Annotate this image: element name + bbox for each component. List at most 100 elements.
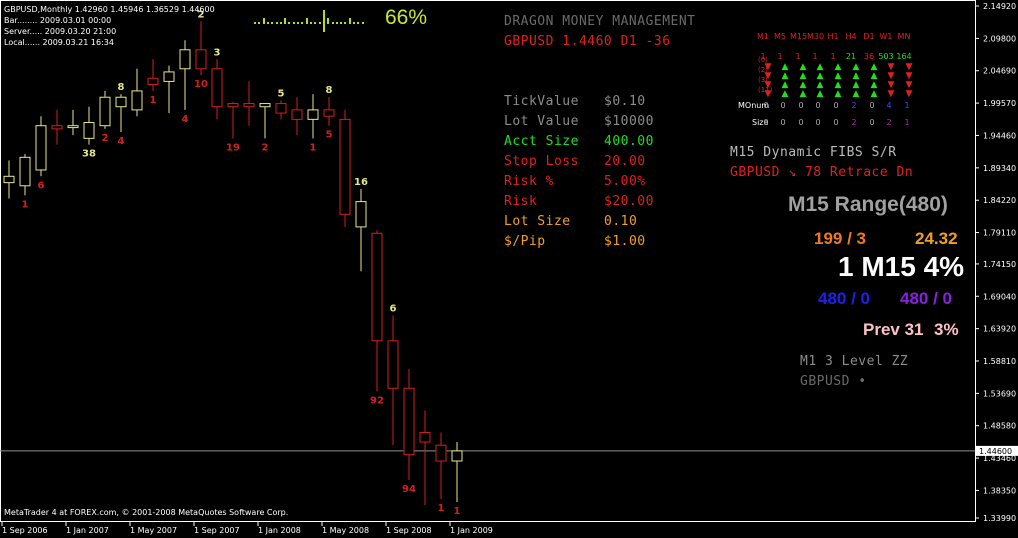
candle-body bbox=[275, 103, 287, 114]
price-tick-label: 1.74150 bbox=[983, 260, 1016, 269]
candle-count-label: 10 bbox=[194, 79, 208, 90]
range-prev-label: Prev 31 bbox=[863, 320, 924, 339]
candle-count-label: 1 bbox=[454, 506, 461, 517]
candle-body bbox=[195, 49, 207, 70]
price-tick-label: 1.89340 bbox=[983, 164, 1016, 173]
bar-progress-percent: 66% bbox=[385, 6, 428, 29]
zz-title: M1 3 Level ZZ bbox=[800, 354, 909, 369]
monum-value: 0 bbox=[780, 101, 786, 110]
fibs-title: M15 Dynamic FIBS S/R bbox=[730, 145, 897, 160]
price-tick-label: 1.48580 bbox=[983, 422, 1016, 431]
candle-body bbox=[67, 125, 79, 129]
money-mgmt-label: Risk bbox=[504, 194, 538, 209]
range-title: M15 Range(480) bbox=[788, 193, 948, 216]
candle-count-label: 8 bbox=[326, 85, 333, 96]
candle-count-label: 94 bbox=[402, 484, 416, 495]
price-tick-label: 1.63920 bbox=[983, 325, 1016, 334]
progress-dot bbox=[301, 22, 304, 24]
monum-value: 0 bbox=[833, 101, 839, 110]
server-time-line: Server..... 2009.03.20 21:00 bbox=[4, 27, 117, 36]
range-blue-value: 480 / 0 bbox=[818, 289, 870, 308]
progress-dot bbox=[297, 22, 300, 24]
size-value: 0 bbox=[798, 118, 804, 127]
candle-body bbox=[131, 90, 143, 111]
arrow-down-icon: ▼ bbox=[905, 89, 913, 99]
progress-dot bbox=[327, 18, 330, 24]
money-mgmt-value: 5.00% bbox=[604, 174, 646, 189]
price-tick-label: 1.58810 bbox=[983, 357, 1016, 366]
candle-body bbox=[211, 68, 223, 108]
candle-body bbox=[403, 387, 415, 456]
candle-count-label: 19 bbox=[226, 142, 240, 153]
candle-count-label: 6 bbox=[38, 180, 45, 191]
progress-dot bbox=[254, 22, 256, 24]
candle-body bbox=[19, 156, 31, 187]
progress-dot bbox=[310, 22, 312, 24]
progress-dot bbox=[262, 18, 265, 24]
candle-count-label: 1 bbox=[438, 503, 445, 514]
mtf-count: 21 bbox=[845, 52, 857, 61]
candle-body bbox=[51, 125, 63, 130]
fibs-line: GBPUSD ↘ 78 Retrace Dn bbox=[730, 165, 914, 180]
candle-body bbox=[307, 109, 319, 120]
progress-dot bbox=[331, 22, 334, 24]
candle-count-label: 92 bbox=[370, 395, 384, 406]
money-mgmt-pair-line: GBPUSD 1.4460 D1 -36 bbox=[504, 34, 671, 49]
size-value: 0 bbox=[763, 118, 769, 127]
money-mgmt-value: $1.00 bbox=[604, 234, 646, 249]
mtf-timeframe-label: MN bbox=[897, 32, 911, 41]
time-tick-label: 1 May 2008 bbox=[322, 526, 369, 535]
size-value: 0 bbox=[869, 118, 875, 127]
candle-count-label: 2 bbox=[102, 133, 109, 144]
current-price-label: 1.44600 bbox=[979, 447, 1012, 456]
candle-body bbox=[291, 109, 303, 120]
money-mgmt-value: $10000 bbox=[604, 114, 654, 129]
price-tick-label: 1.53690 bbox=[983, 389, 1016, 398]
candle-body bbox=[227, 103, 239, 108]
price-tick-label: 1.84220 bbox=[983, 196, 1016, 205]
time-tick-label: 1 Sep 2008 bbox=[386, 526, 432, 535]
mtf-timeframe-label: H4 bbox=[845, 32, 857, 41]
time-tick-label: 1 May 2007 bbox=[130, 526, 177, 535]
candle-count-label: 16 bbox=[354, 177, 368, 188]
arrow-up-icon: ▲ bbox=[816, 89, 824, 99]
money-mgmt-label: Lot Size bbox=[504, 214, 571, 229]
progress-dot bbox=[275, 22, 278, 24]
candle-count-label: 4 bbox=[182, 114, 189, 125]
size-value: 2 bbox=[886, 118, 892, 127]
money-mgmt-label: TickValue bbox=[504, 94, 579, 109]
time-tick-label: 1 Jan 2008 bbox=[258, 526, 301, 535]
price-tick-label: 2.14920 bbox=[983, 2, 1016, 11]
money-mgmt-label: Stop Loss bbox=[504, 154, 579, 169]
mtf-count: 1 bbox=[795, 52, 801, 61]
time-tick-label: 1 Jan 2009 bbox=[450, 526, 493, 535]
candle-body bbox=[147, 77, 159, 86]
candle-count-label: 5 bbox=[278, 88, 285, 99]
candle-body bbox=[163, 71, 175, 82]
price-tick-label: 2.09800 bbox=[983, 34, 1016, 43]
size-value: 0 bbox=[833, 118, 839, 127]
progress-dot bbox=[258, 22, 261, 24]
progress-dot bbox=[357, 22, 360, 24]
progress-dot bbox=[305, 18, 308, 24]
progress-dot bbox=[266, 22, 269, 24]
size-value: 0 bbox=[815, 118, 821, 127]
mtf-count: 1 bbox=[812, 52, 818, 61]
mtf-timeframe-label: H1 bbox=[827, 32, 839, 41]
money-mgmt-value: 20.00 bbox=[604, 154, 646, 169]
progress-dot bbox=[353, 22, 356, 24]
progress-dot bbox=[271, 22, 274, 24]
candle-body bbox=[323, 109, 335, 117]
candle-count-label: 1 bbox=[150, 95, 157, 106]
money-mgmt-value: 400.00 bbox=[604, 134, 654, 149]
candle-count-label: 4 bbox=[118, 136, 125, 147]
candle-body bbox=[259, 103, 271, 108]
mtf-timeframe-label: D1 bbox=[863, 32, 875, 41]
candle-count-label: 38 bbox=[82, 149, 96, 160]
money-mgmt-label: Lot Value bbox=[504, 114, 579, 129]
mtf-count: 1 bbox=[777, 52, 783, 61]
arrow-down-icon: ▼ bbox=[887, 89, 895, 99]
arrow-up-icon: ▲ bbox=[799, 89, 807, 99]
size-value: 1 bbox=[904, 118, 910, 127]
mtf-count: 36 bbox=[863, 52, 875, 61]
